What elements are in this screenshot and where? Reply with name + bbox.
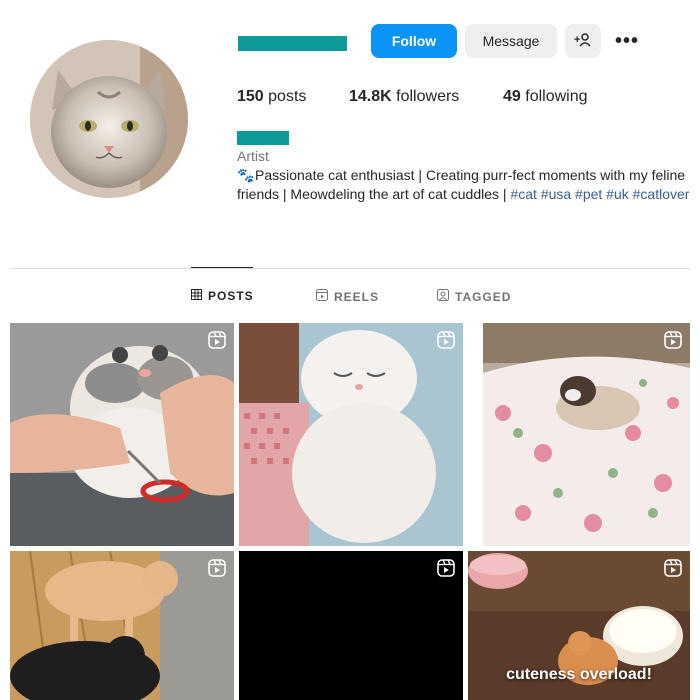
paw-prints-icon: 🐾 [237, 167, 255, 183]
active-tab-indicator [191, 267, 253, 268]
grid-post[interactable] [483, 323, 690, 546]
more-options-icon[interactable]: ••• [612, 30, 642, 52]
grid-post[interactable] [10, 551, 234, 700]
following-label: following [525, 88, 588, 105]
add-user-button[interactable]: + [565, 24, 601, 58]
posts-stat: 150 posts [237, 88, 306, 106]
reel-icon [208, 559, 226, 577]
reel-icon [664, 331, 682, 349]
following-stat[interactable]: 49 following [503, 88, 588, 106]
hashtag-link[interactable]: #cat [510, 186, 536, 202]
grid-icon [191, 289, 202, 303]
message-button[interactable]: Message [465, 24, 557, 58]
bio-text: 🐾Passionate cat enthusiast | Creating pu… [237, 166, 697, 204]
grid-post[interactable]: cuteness overload! [468, 551, 690, 700]
tab-posts-label: POSTS [208, 289, 254, 303]
tab-reels-label: REELS [334, 289, 380, 304]
svg-text:+: + [574, 34, 580, 46]
tab-tagged[interactable]: TAGGED [437, 289, 511, 304]
posts-count: 150 [237, 88, 264, 105]
reels-icon [316, 289, 328, 304]
hashtag-link[interactable]: #catlover [633, 186, 690, 202]
display-name-redacted [237, 131, 289, 145]
tab-reels[interactable]: REELS [316, 289, 379, 304]
post-overlay-caption: cuteness overload! [506, 666, 652, 683]
followers-count: 14.8K [349, 88, 392, 105]
tagged-icon [437, 289, 449, 304]
grid-post[interactable] [239, 551, 463, 700]
tab-posts[interactable]: POSTS [191, 289, 254, 303]
username-redacted [238, 36, 347, 51]
follow-button[interactable]: Follow [371, 24, 457, 58]
grid-post[interactable] [239, 323, 463, 546]
reel-icon [664, 559, 682, 577]
reel-icon [437, 559, 455, 577]
add-user-icon: + [574, 32, 592, 51]
section-divider [10, 268, 690, 269]
grid-post[interactable] [10, 323, 234, 546]
hashtag-link[interactable]: #usa [541, 186, 571, 202]
profile-avatar[interactable] [30, 40, 188, 198]
posts-label: posts [268, 88, 307, 105]
following-count: 49 [503, 88, 521, 105]
hashtag-link[interactable]: #uk [606, 186, 629, 202]
tab-tagged-label: TAGGED [455, 289, 512, 304]
hashtag-link[interactable]: #pet [575, 186, 602, 202]
reel-icon [208, 331, 226, 349]
followers-label: followers [396, 88, 460, 105]
profile-category: Artist [237, 148, 269, 164]
followers-stat[interactable]: 14.8K followers [349, 88, 459, 106]
reel-icon [437, 331, 455, 349]
